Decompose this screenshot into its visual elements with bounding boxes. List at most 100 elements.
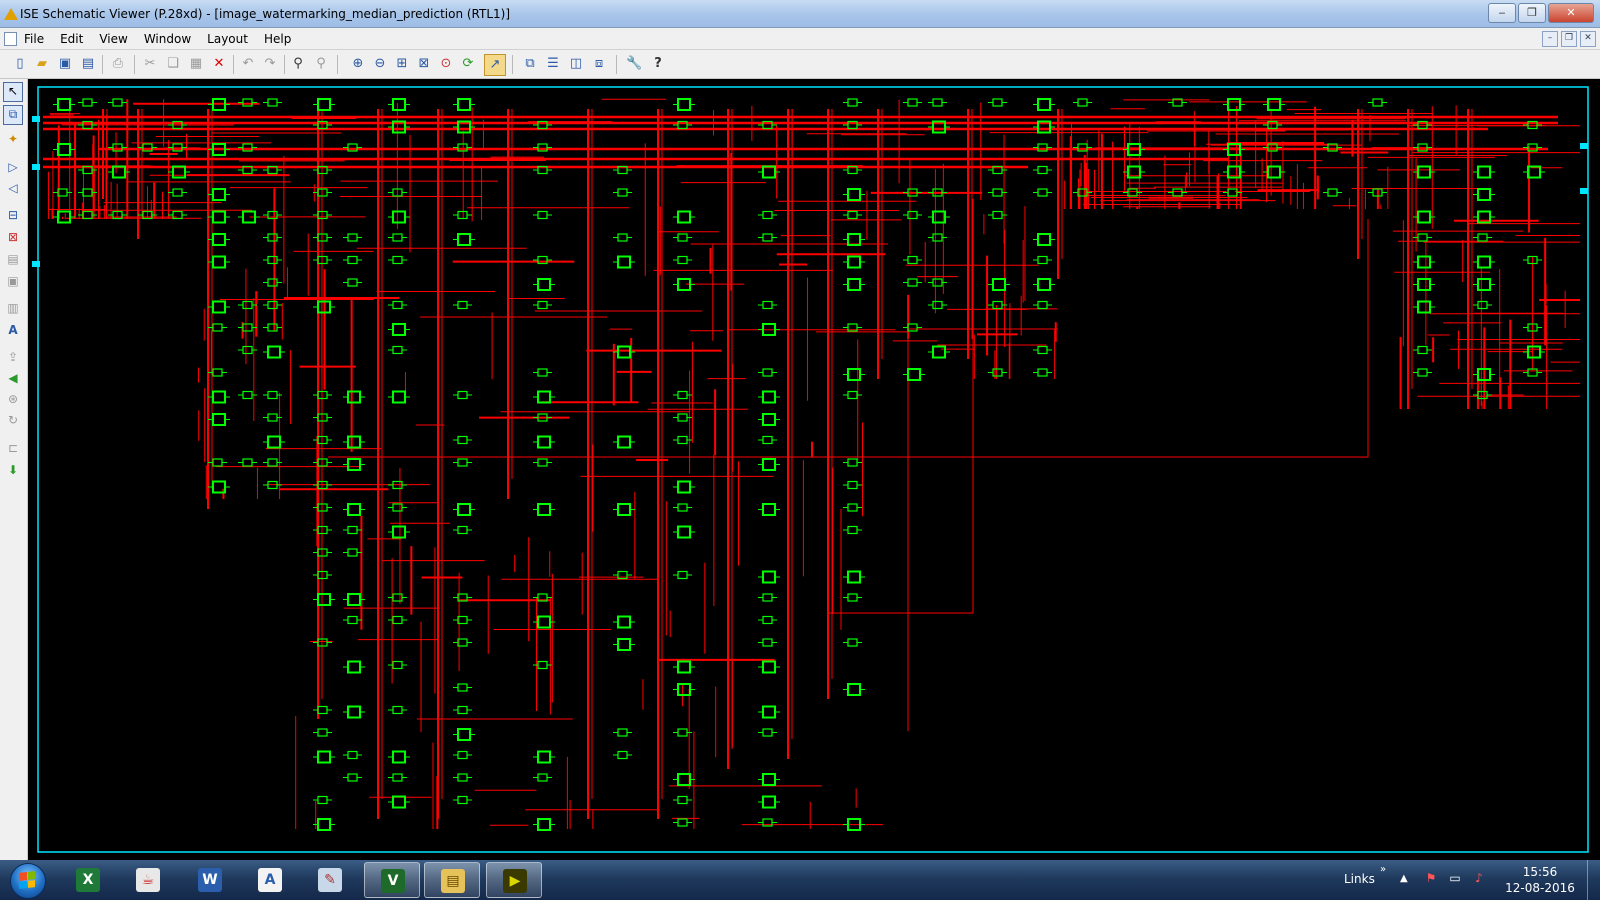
logic-cell[interactable] [453, 300, 472, 310]
logic-cell[interactable] [903, 210, 922, 220]
links-toolbar[interactable]: Links [1344, 872, 1375, 886]
logic-cell[interactable] [758, 570, 780, 584]
schematic-drawing[interactable] [28, 79, 1600, 860]
logic-cell[interactable] [388, 98, 410, 111]
logic-cell[interactable] [208, 188, 230, 201]
logic-cell[interactable] [843, 525, 862, 535]
logic-cell[interactable] [613, 638, 635, 651]
logic-cell[interactable] [343, 390, 365, 404]
logic-cell[interactable] [453, 750, 472, 760]
logic-cell[interactable] [533, 750, 555, 764]
logic-cell[interactable] [1263, 98, 1285, 111]
logic-cell[interactable] [388, 255, 407, 265]
logic-cell[interactable] [903, 368, 925, 381]
logic-cell[interactable] [533, 368, 552, 377]
logic-cell[interactable] [758, 300, 777, 310]
logic-cell[interactable] [903, 323, 922, 332]
logic-cell[interactable] [343, 458, 365, 471]
logic-cell[interactable] [53, 143, 75, 156]
undo-icon[interactable]: ↶ [240, 56, 256, 72]
block-icon[interactable]: ▣ [5, 273, 21, 289]
logic-cell[interactable] [1413, 255, 1435, 269]
logic-cell[interactable] [343, 548, 362, 557]
logic-cell[interactable] [388, 300, 407, 310]
logic-cell[interactable] [673, 210, 695, 224]
logic-cell[interactable] [673, 795, 692, 805]
logic-cell[interactable] [263, 435, 285, 449]
logic-cell[interactable] [928, 300, 947, 310]
volume-muted-icon[interactable]: ♪ [1472, 871, 1486, 885]
logic-cell[interactable] [533, 435, 555, 449]
net-select-icon[interactable]: ⧉ [3, 105, 23, 125]
show-desktop-button[interactable] [1587, 860, 1600, 900]
arrange-icon[interactable]: ⧈ [591, 56, 607, 72]
logic-cell[interactable] [843, 593, 862, 602]
logic-cell[interactable] [928, 233, 947, 242]
copy-icon[interactable]: ❏ [165, 56, 181, 72]
logic-cell[interactable] [208, 368, 227, 377]
logic-cell[interactable] [453, 705, 472, 715]
network-icon[interactable]: ▭ [1448, 871, 1462, 885]
logic-cell[interactable] [533, 300, 552, 310]
logic-cell[interactable] [1523, 345, 1545, 359]
logic-cell[interactable] [168, 188, 187, 197]
redo-icon[interactable]: ↷ [262, 56, 278, 72]
logic-cell[interactable] [533, 773, 552, 782]
logic-cell[interactable] [343, 503, 365, 516]
logic-cell[interactable] [613, 503, 635, 516]
taskbar-paint[interactable]: ✎ [302, 862, 358, 898]
push-icon[interactable]: ⇪ [5, 349, 21, 365]
logic-cell[interactable] [453, 233, 475, 246]
logic-cell[interactable] [673, 480, 695, 494]
menu-edit[interactable]: Edit [60, 32, 83, 46]
logic-cell[interactable] [313, 818, 335, 831]
logic-cell[interactable] [533, 503, 555, 516]
logic-cell[interactable] [1033, 345, 1052, 355]
logic-cell[interactable] [843, 98, 862, 107]
logic-cell[interactable] [758, 705, 780, 719]
logic-cell[interactable] [758, 728, 777, 737]
logic-cell[interactable] [53, 188, 72, 197]
logic-cell[interactable] [613, 255, 635, 269]
logic-cell[interactable] [673, 683, 695, 696]
logic-cell[interactable] [263, 345, 285, 359]
logic-cell[interactable] [343, 255, 362, 265]
logic-cell[interactable] [758, 368, 777, 377]
logic-cell[interactable] [388, 345, 407, 355]
marker-icon[interactable]: ⬇ [5, 462, 21, 478]
maximize-button[interactable]: ❐ [1518, 3, 1546, 23]
logic-cell[interactable] [758, 593, 777, 602]
logic-cell[interactable] [988, 368, 1007, 377]
close-button[interactable]: ✕ [1548, 3, 1594, 23]
taskbar-java[interactable]: ☕ [120, 862, 176, 898]
logic-cell[interactable] [208, 300, 230, 314]
logic-cell[interactable] [208, 458, 227, 467]
logic-cell[interactable] [1473, 300, 1492, 310]
logic-cell[interactable] [388, 503, 407, 512]
context-help-icon[interactable]: ? [650, 56, 666, 72]
logic-cell[interactable] [238, 98, 257, 107]
logic-cell[interactable] [388, 323, 410, 336]
logic-cell[interactable] [208, 480, 230, 494]
logic-cell[interactable] [343, 660, 365, 674]
zoom-selected-icon[interactable]: ⊙ [438, 56, 454, 72]
print-icon[interactable]: ⎙ [110, 56, 126, 72]
symbol-icon[interactable]: ▤ [5, 251, 21, 267]
logic-cell[interactable] [1413, 368, 1432, 377]
logic-cell[interactable] [613, 435, 635, 449]
logic-cell[interactable] [1413, 278, 1435, 291]
logic-cell[interactable] [1033, 233, 1055, 246]
port-icon[interactable]: ⊏ [5, 440, 21, 456]
logic-cell[interactable] [1473, 188, 1495, 201]
logic-cell[interactable] [1033, 255, 1052, 265]
taskbar-explorer[interactable]: ▤ [424, 862, 480, 898]
logic-cell[interactable] [313, 728, 332, 737]
logic-cell[interactable] [843, 503, 862, 512]
logic-cell[interactable] [1323, 188, 1342, 197]
clock[interactable]: 15:56 12-08-2016 [1504, 864, 1576, 896]
back-icon[interactable]: ◁ [5, 180, 21, 196]
logic-cell[interactable] [673, 818, 692, 827]
logic-cell[interactable] [208, 233, 230, 246]
logic-cell[interactable] [843, 368, 865, 381]
text-icon[interactable]: ▥ [5, 300, 21, 316]
